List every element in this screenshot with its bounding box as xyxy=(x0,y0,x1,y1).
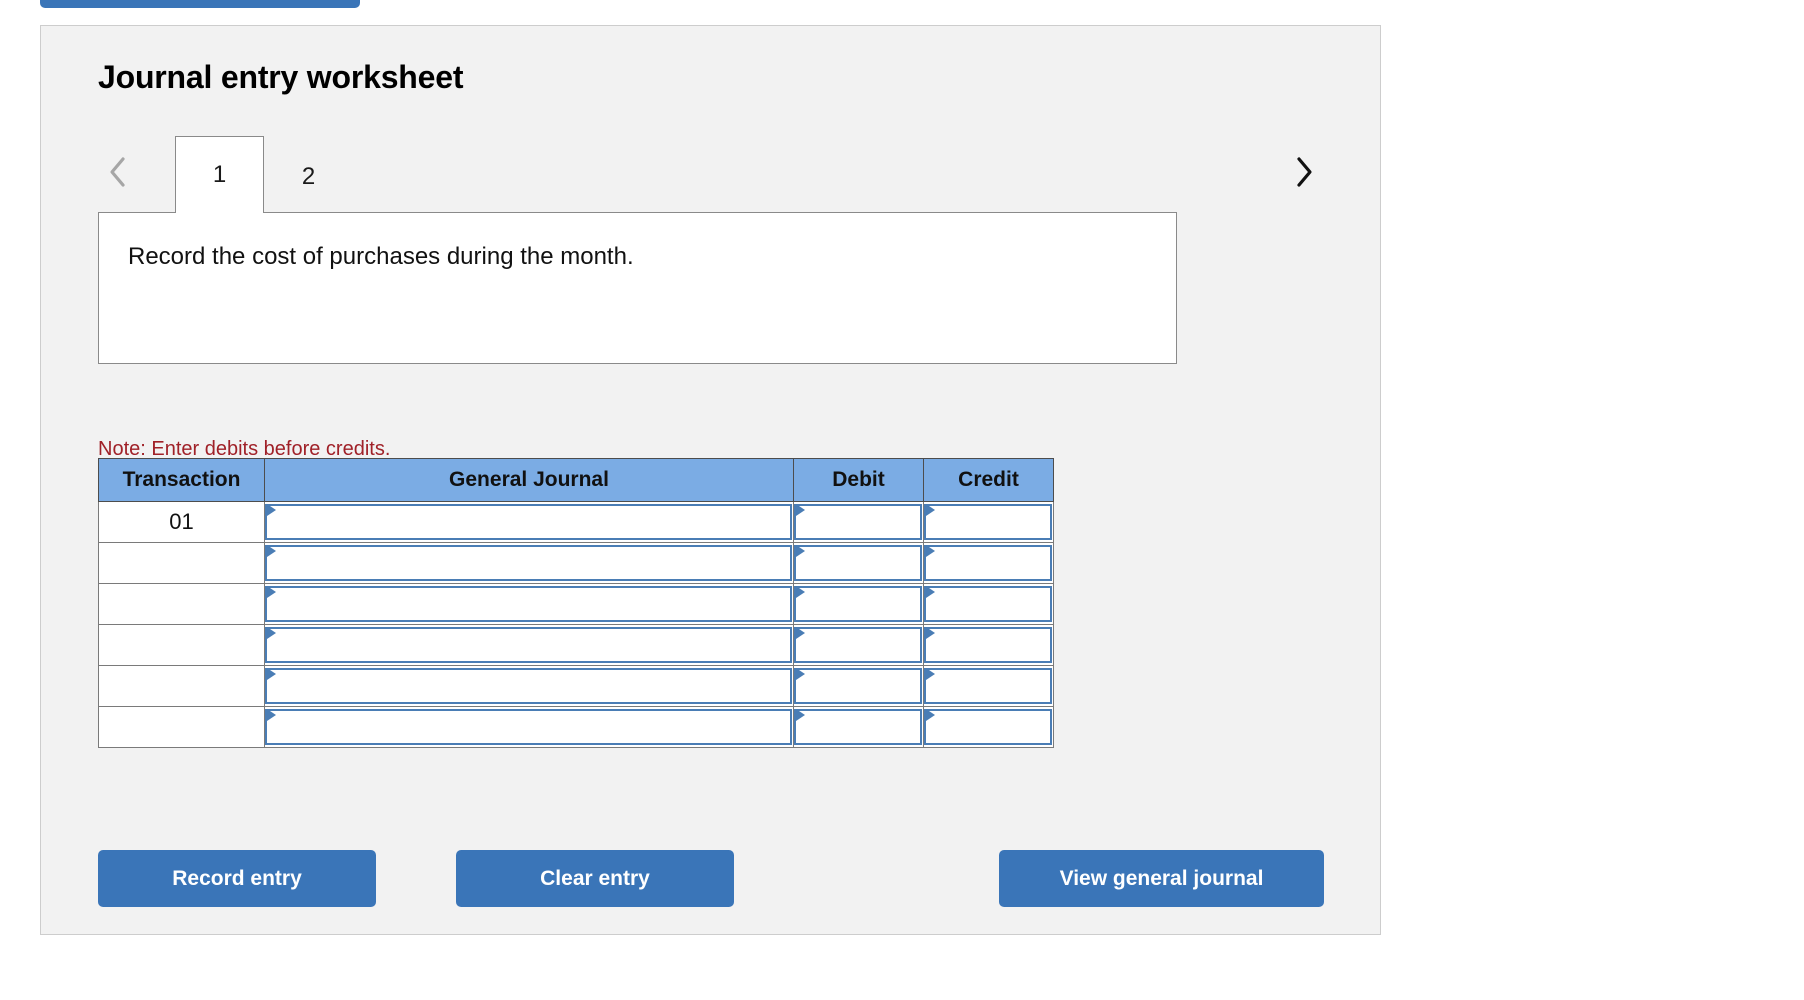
debit-amount-field[interactable] xyxy=(794,545,922,581)
worksheet-pager: 1 2 xyxy=(98,136,1328,213)
credit-amount-field[interactable] xyxy=(924,627,1052,663)
credit-amount-input[interactable] xyxy=(924,666,1054,707)
chevron-right-icon xyxy=(1294,156,1314,188)
transaction-number-cell[interactable]: 01 xyxy=(99,502,265,543)
credit-amount-field[interactable] xyxy=(924,545,1052,581)
general-journal-account-select[interactable] xyxy=(265,666,794,707)
column-header-credit: Credit xyxy=(924,459,1054,502)
general-journal-account-select[interactable] xyxy=(265,707,794,748)
debit-amount-field[interactable] xyxy=(794,586,922,622)
credit-amount-field[interactable] xyxy=(924,504,1052,540)
transaction-number-cell[interactable] xyxy=(99,666,265,707)
debit-amount-input[interactable] xyxy=(794,502,924,543)
table-row xyxy=(99,666,1054,707)
general-journal-account-field[interactable] xyxy=(265,545,792,581)
table-row xyxy=(99,707,1054,748)
record-entry-button[interactable]: Record entry xyxy=(98,850,376,907)
journal-entry-worksheet-panel: Journal entry worksheet 1 2 xyxy=(40,25,1381,935)
debit-amount-field[interactable] xyxy=(794,668,922,704)
next-page-button[interactable] xyxy=(1284,144,1324,200)
journal-entry-table: Transaction General Journal Debit Credit… xyxy=(98,458,1054,748)
general-journal-account-field[interactable] xyxy=(265,504,792,540)
transaction-prompt-box: Record the cost of purchases during the … xyxy=(98,212,1177,364)
credit-amount-field[interactable] xyxy=(924,586,1052,622)
general-journal-account-select[interactable] xyxy=(265,584,794,625)
general-journal-account-field[interactable] xyxy=(265,668,792,704)
debit-amount-input[interactable] xyxy=(794,625,924,666)
table-row: 01 xyxy=(99,502,1054,543)
general-journal-account-select[interactable] xyxy=(265,543,794,584)
chevron-left-icon xyxy=(108,156,128,188)
transaction-prompt-text: Record the cost of purchases during the … xyxy=(128,243,634,271)
transaction-number-cell[interactable] xyxy=(99,543,265,584)
credit-amount-input[interactable] xyxy=(924,584,1054,625)
debit-amount-input[interactable] xyxy=(794,584,924,625)
column-header-general-journal: General Journal xyxy=(265,459,794,502)
debit-amount-field[interactable] xyxy=(794,504,922,540)
debit-amount-field[interactable] xyxy=(794,627,922,663)
credit-amount-field[interactable] xyxy=(924,709,1052,745)
transaction-number-cell[interactable] xyxy=(99,584,265,625)
table-header-row: Transaction General Journal Debit Credit xyxy=(99,459,1054,502)
transaction-number-cell[interactable] xyxy=(99,707,265,748)
general-journal-account-select[interactable] xyxy=(265,502,794,543)
column-header-transaction: Transaction xyxy=(99,459,265,502)
tab-page-2-label: 2 xyxy=(302,163,315,191)
debit-amount-input[interactable] xyxy=(794,666,924,707)
tab-page-1-label: 1 xyxy=(213,161,226,189)
partially-visible-blue-button[interactable] xyxy=(40,0,360,8)
credit-amount-input[interactable] xyxy=(924,625,1054,666)
credit-amount-input[interactable] xyxy=(924,543,1054,584)
tab-page-2[interactable]: 2 xyxy=(264,140,353,213)
prev-page-button[interactable] xyxy=(98,144,138,200)
general-journal-account-field[interactable] xyxy=(265,586,792,622)
clear-entry-button[interactable]: Clear entry xyxy=(456,850,734,907)
debit-amount-input[interactable] xyxy=(794,543,924,584)
tab-page-1[interactable]: 1 xyxy=(175,136,264,213)
general-journal-account-select[interactable] xyxy=(265,625,794,666)
page-title: Journal entry worksheet xyxy=(98,59,463,96)
credit-amount-input[interactable] xyxy=(924,502,1054,543)
debit-amount-field[interactable] xyxy=(794,709,922,745)
credit-amount-field[interactable] xyxy=(924,668,1052,704)
column-header-debit: Debit xyxy=(794,459,924,502)
general-journal-account-field[interactable] xyxy=(265,627,792,663)
view-general-journal-button[interactable]: View general journal xyxy=(999,850,1324,907)
transaction-number-cell[interactable] xyxy=(99,625,265,666)
credit-amount-input[interactable] xyxy=(924,707,1054,748)
general-journal-account-field[interactable] xyxy=(265,709,792,745)
debit-amount-input[interactable] xyxy=(794,707,924,748)
table-row xyxy=(99,543,1054,584)
table-row xyxy=(99,584,1054,625)
tab-list: 1 2 xyxy=(175,136,353,213)
table-row xyxy=(99,625,1054,666)
screen-root: Journal entry worksheet 1 2 xyxy=(0,0,1804,1000)
